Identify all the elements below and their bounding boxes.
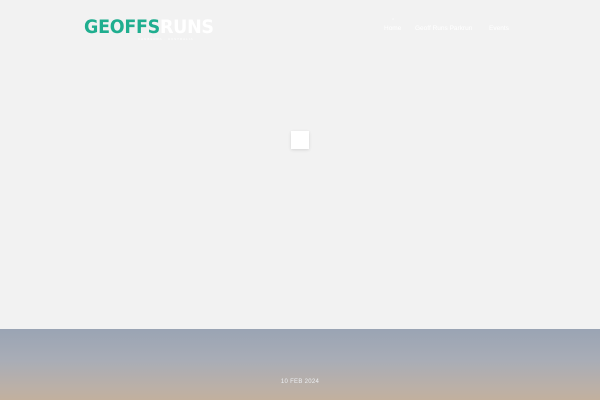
logo-text-primary: GEOFFS bbox=[84, 16, 160, 38]
hero-banner: 10 FEB 2024 bbox=[0, 329, 600, 400]
logo-tagline: CANBERRA · AUSTRALIA bbox=[138, 37, 194, 41]
nav-item-geoff-runs-parkrun[interactable]: Geoff Runs Parkrun bbox=[415, 25, 472, 32]
logo-text-secondary: RUNS bbox=[159, 16, 214, 38]
site-header: GEOFFSRUNS CANBERRA · AUSTRALIA ⌃ Home G… bbox=[0, 0, 600, 60]
post-date: 10 FEB 2024 bbox=[280, 379, 320, 385]
site-logo[interactable]: GEOFFSRUNS bbox=[84, 16, 214, 38]
loading-spinner bbox=[291, 131, 309, 149]
nav-item-events[interactable]: Events bbox=[489, 25, 509, 32]
menu-caret-icon: ⌃ bbox=[391, 18, 396, 24]
nav-item-home[interactable]: Home bbox=[384, 25, 401, 32]
